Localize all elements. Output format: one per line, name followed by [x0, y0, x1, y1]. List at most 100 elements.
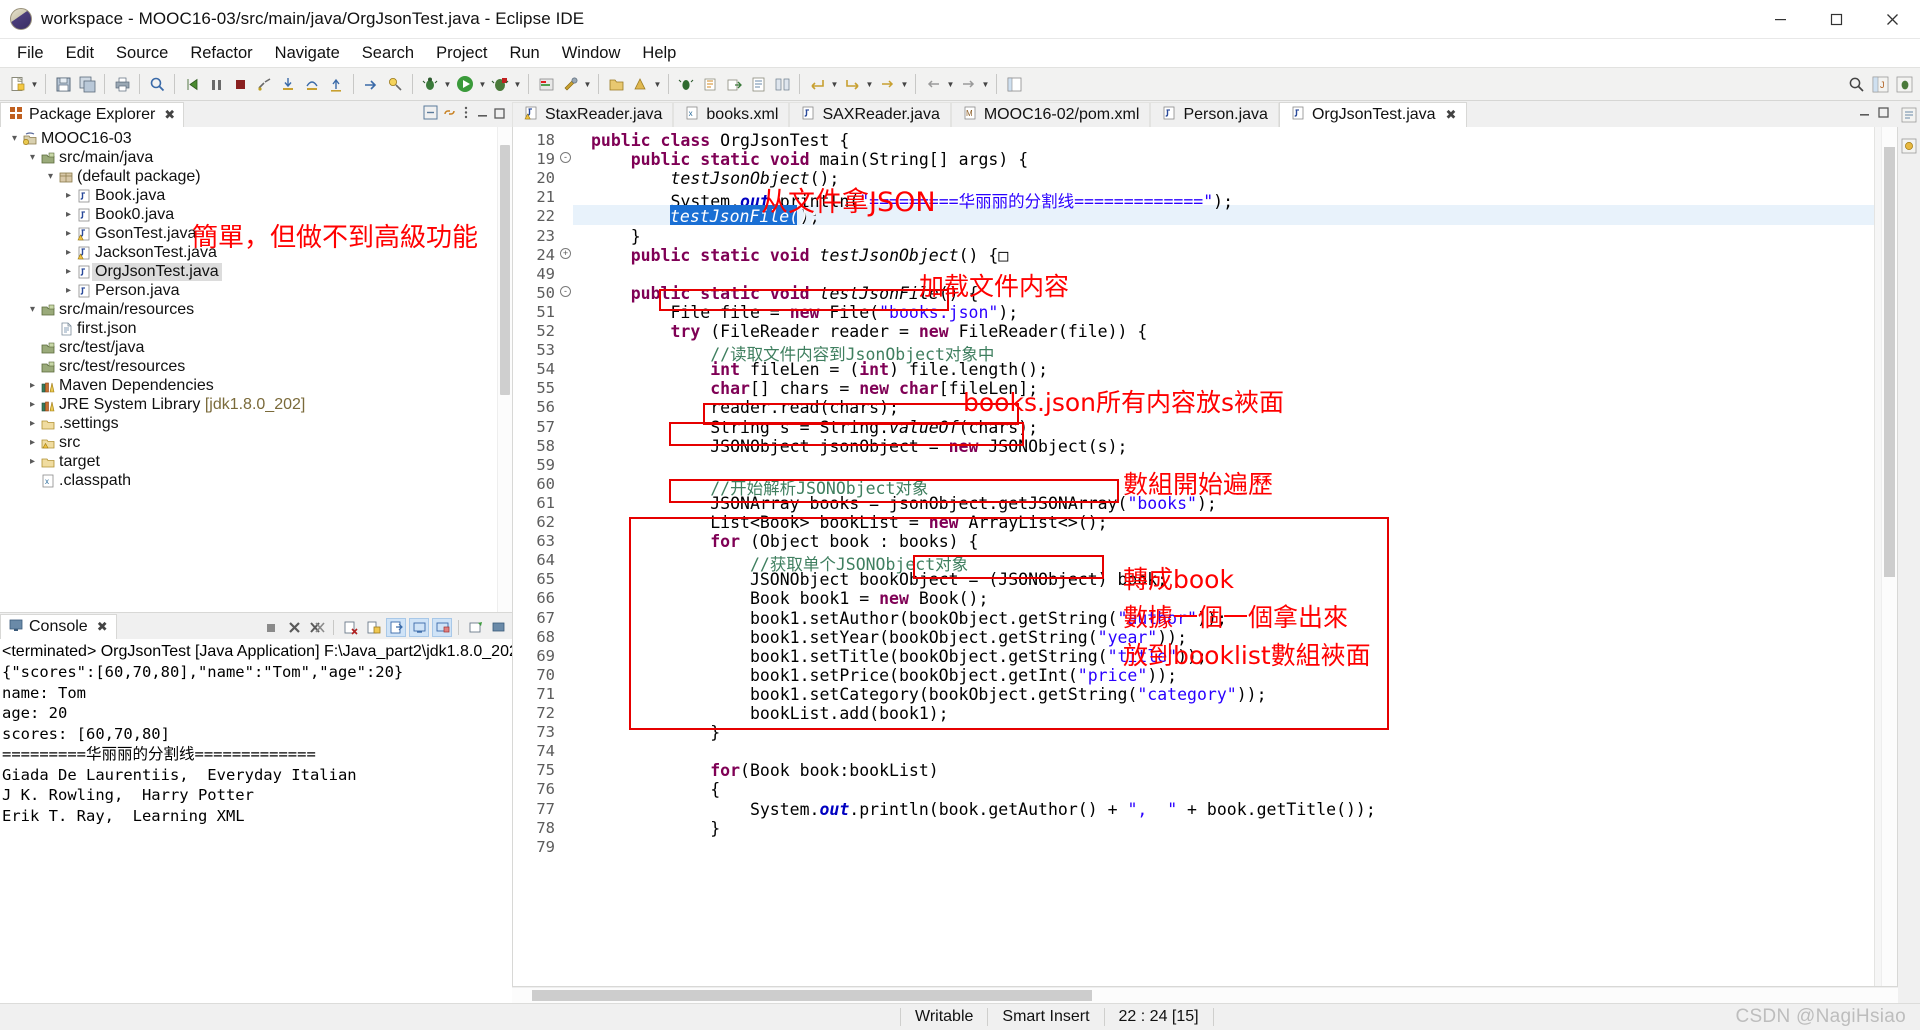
tree-item[interactable]: ▾ src/main/resources — [0, 300, 512, 319]
back-icon[interactable] — [922, 73, 944, 95]
back-dropdown-icon[interactable]: ▼ — [945, 73, 956, 95]
folding-bar[interactable]: - + - — [559, 127, 573, 986]
menu-source[interactable]: Source — [105, 41, 179, 66]
tab-console[interactable]: Console ✖ — [0, 614, 117, 639]
menu-window[interactable]: Window — [551, 41, 632, 66]
fold-expand-icon[interactable]: + — [560, 247, 571, 259]
menu-search[interactable]: Search — [351, 41, 425, 66]
collapse-all-icon[interactable] — [423, 105, 438, 125]
run-dropdown-icon[interactable]: ▼ — [477, 73, 488, 95]
new-dropdown-icon[interactable]: ▼ — [29, 73, 40, 95]
open-console-icon[interactable] — [465, 618, 485, 637]
menu-navigate[interactable]: Navigate — [264, 41, 351, 66]
new-package-dropdown-icon[interactable]: ▼ — [652, 73, 663, 95]
close-icon[interactable]: ✖ — [164, 107, 175, 123]
code-text-area[interactable]: public class OrgJsonTest { public static… — [573, 127, 1874, 986]
debug-perspective-icon[interactable] — [1893, 73, 1915, 95]
tree-item[interactable]: src/test/java — [0, 338, 512, 357]
quick-access-search-icon[interactable] — [1845, 73, 1867, 95]
search-toolbar-icon[interactable] — [146, 73, 168, 95]
remove-launch-icon[interactable] — [284, 618, 304, 637]
external-tools-dropdown-icon[interactable]: ▼ — [582, 73, 593, 95]
ant-build-icon[interactable] — [675, 73, 697, 95]
coverage-icon[interactable] — [535, 73, 557, 95]
save-icon[interactable] — [52, 73, 74, 95]
minimize-view-icon[interactable] — [476, 105, 489, 125]
last-edit-icon[interactable] — [876, 73, 898, 95]
minimize-editor-icon[interactable] — [1858, 104, 1871, 124]
fold-collapse-icon[interactable]: - — [560, 152, 571, 164]
tree-item[interactable]: ▾ MOOC16-03 — [0, 129, 512, 148]
disconnect-icon[interactable] — [253, 73, 275, 95]
terminate-icon[interactable] — [229, 73, 251, 95]
view-menu-icon[interactable] — [461, 105, 472, 125]
chevron-down-icon[interactable]: ▾ — [26, 152, 39, 163]
menu-run[interactable]: Run — [498, 41, 550, 66]
debug-dropdown-icon[interactable]: ▼ — [512, 73, 523, 95]
close-button[interactable] — [1864, 0, 1920, 38]
editor-tab[interactable]: StaxReader.java — [512, 102, 674, 127]
editor-tab[interactable]: Person.java — [1150, 102, 1279, 127]
export-icon[interactable] — [723, 73, 745, 95]
run-ant-dropdown-icon[interactable]: ▼ — [442, 73, 453, 95]
tree-item[interactable]: ▸ Maven Dependencies — [0, 376, 512, 395]
remove-all-launches-icon[interactable] — [307, 618, 327, 637]
chevron-down-icon[interactable]: ▾ — [26, 304, 39, 315]
pin-console-icon[interactable] — [409, 618, 429, 637]
console-view-menu-icon[interactable] — [488, 618, 508, 637]
chevron-right-icon[interactable]: ▸ — [62, 247, 75, 258]
chevron-right-icon[interactable]: ▸ — [26, 437, 39, 448]
previous-annotation-icon[interactable] — [806, 73, 828, 95]
display-selected-console-icon[interactable] — [432, 618, 452, 637]
menu-edit[interactable]: Edit — [55, 41, 105, 66]
outline-rail-icon[interactable] — [1901, 107, 1917, 128]
editor-tab[interactable]: M MOOC16-02/pom.xml — [950, 102, 1151, 127]
tree-item[interactable]: ▸ OrgJsonTest.java — [0, 262, 512, 281]
clear-console-icon[interactable] — [340, 618, 360, 637]
javadoc-icon[interactable] — [699, 73, 721, 95]
show-console-on-output-icon[interactable] — [386, 618, 406, 637]
perspective-open-icon[interactable] — [1003, 73, 1025, 95]
next-annotation-dropdown-icon[interactable]: ▼ — [864, 73, 875, 95]
resume-icon[interactable] — [181, 73, 203, 95]
console-output[interactable]: <terminated> OrgJsonTest [Java Applicati… — [0, 639, 512, 1003]
compare-icon[interactable] — [771, 73, 793, 95]
tree-item[interactable]: ▾ (default package) — [0, 167, 512, 186]
close-icon[interactable]: ✖ — [97, 619, 108, 635]
chevron-right-icon[interactable]: ▸ — [26, 380, 39, 391]
print-icon[interactable] — [111, 73, 133, 95]
chevron-right-icon[interactable]: ▸ — [26, 418, 39, 429]
new-java-project-icon[interactable] — [605, 73, 627, 95]
java-perspective-icon[interactable]: J — [1869, 73, 1891, 95]
tree-item[interactable]: first.json — [0, 319, 512, 338]
new-package-icon[interactable] — [629, 73, 651, 95]
tree-item[interactable]: ▸ Person.java — [0, 281, 512, 300]
open-type-icon[interactable] — [360, 73, 382, 95]
chevron-right-icon[interactable]: ▸ — [62, 209, 75, 220]
external-tools-icon[interactable] — [559, 73, 581, 95]
step-into-icon[interactable] — [277, 73, 299, 95]
editor-tab[interactable]: OrgJsonTest.java ✖ — [1278, 102, 1468, 127]
link-with-editor-icon[interactable] — [442, 105, 457, 125]
editor-tab[interactable]: x books.xml — [673, 102, 790, 127]
scroll-lock-icon[interactable] — [363, 618, 383, 637]
menu-project[interactable]: Project — [425, 41, 498, 66]
save-all-icon[interactable] — [76, 73, 98, 95]
menu-file[interactable]: File — [6, 41, 55, 66]
last-edit-dropdown-icon[interactable]: ▼ — [899, 73, 910, 95]
chevron-right-icon[interactable]: ▸ — [62, 266, 75, 277]
tree-item[interactable]: ▸ .settings — [0, 414, 512, 433]
tree-vertical-scrollbar[interactable] — [497, 127, 512, 612]
maximize-view-icon[interactable] — [493, 105, 506, 125]
terminate-console-icon[interactable] — [261, 618, 281, 637]
editor-vertical-scrollbar[interactable] — [1881, 127, 1897, 986]
editor-tab[interactable]: SAXReader.java — [789, 102, 951, 127]
step-over-icon[interactable] — [301, 73, 323, 95]
fold-collapse-icon[interactable]: - — [560, 285, 571, 297]
menu-help[interactable]: Help — [631, 41, 687, 66]
tree-item[interactable]: src/test/resources — [0, 357, 512, 376]
minimize-button[interactable] — [1752, 0, 1808, 38]
maximize-button[interactable] — [1808, 0, 1864, 38]
tree-item[interactable]: ▸ target — [0, 452, 512, 471]
new-file-icon[interactable] — [747, 73, 769, 95]
